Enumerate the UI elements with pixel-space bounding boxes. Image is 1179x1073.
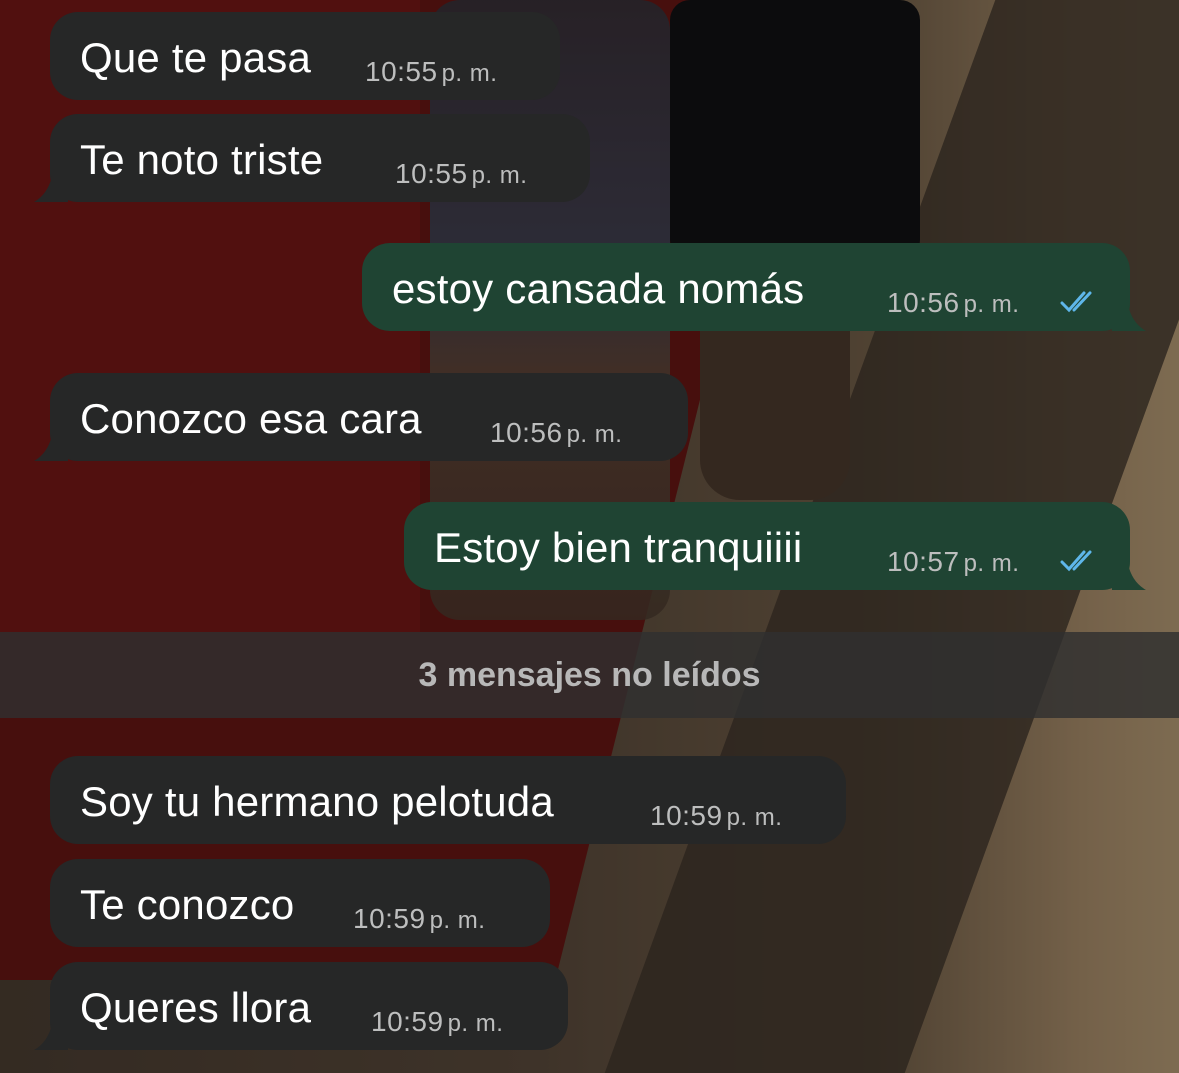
message-text: Estoy bien tranquiiii [434, 524, 803, 571]
message-bubble-incoming[interactable]: Que te pasa 10:55 p. m. [50, 12, 560, 100]
message-timestamp: 10:59 p. m. [371, 1006, 504, 1037]
message-bubble-incoming[interactable]: Queres llora 10:59 p. m. [34, 962, 568, 1050]
message-bubble-outgoing[interactable]: Estoy bien tranquiiii 10:57 p. m. [404, 502, 1146, 590]
unread-messages-label: 3 mensajes no leídos [418, 656, 761, 694]
message-text: Soy tu hermano pelotuda [80, 778, 554, 825]
message-bubble-incoming[interactable]: Conozco esa cara 10:56 p. m. [34, 373, 688, 461]
message-bubble-incoming[interactable]: Soy tu hermano pelotuda 10:59 p. m. [50, 756, 846, 844]
message-timestamp: 10:55 p. m. [395, 158, 528, 189]
double-check-icon [1060, 291, 1100, 313]
bubble-tail [34, 176, 68, 202]
bubble-tail [34, 1024, 68, 1050]
bubble-tail [1112, 305, 1146, 331]
message-timestamp: 10:55 p. m. [365, 56, 498, 87]
message-timestamp: 10:59 p. m. [650, 800, 783, 831]
message-text: estoy cansada nomás [392, 265, 805, 312]
message-bubble-incoming[interactable]: Te noto triste 10:55 p. m. [34, 114, 590, 202]
message-timestamp: 10:59 p. m. [353, 903, 486, 934]
bubble-tail [1112, 564, 1146, 590]
bubble-tail [34, 435, 68, 461]
message-timestamp: 10:56 p. m. [490, 417, 623, 448]
message-timestamp: 10:57 p. m. [887, 546, 1020, 577]
message-text: Te conozco [80, 881, 295, 928]
message-text: Que te pasa [80, 34, 312, 81]
message-text: Conozco esa cara [80, 395, 422, 442]
message-timestamp: 10:56 p. m. [887, 287, 1020, 318]
double-check-icon [1060, 550, 1100, 572]
message-text: Te noto triste [80, 136, 324, 183]
message-text: Queres llora [80, 984, 312, 1031]
message-bubble-outgoing[interactable]: estoy cansada nomás 10:56 p. m. [362, 243, 1146, 331]
message-bubble-incoming[interactable]: Te conozco 10:59 p. m. [50, 859, 550, 947]
